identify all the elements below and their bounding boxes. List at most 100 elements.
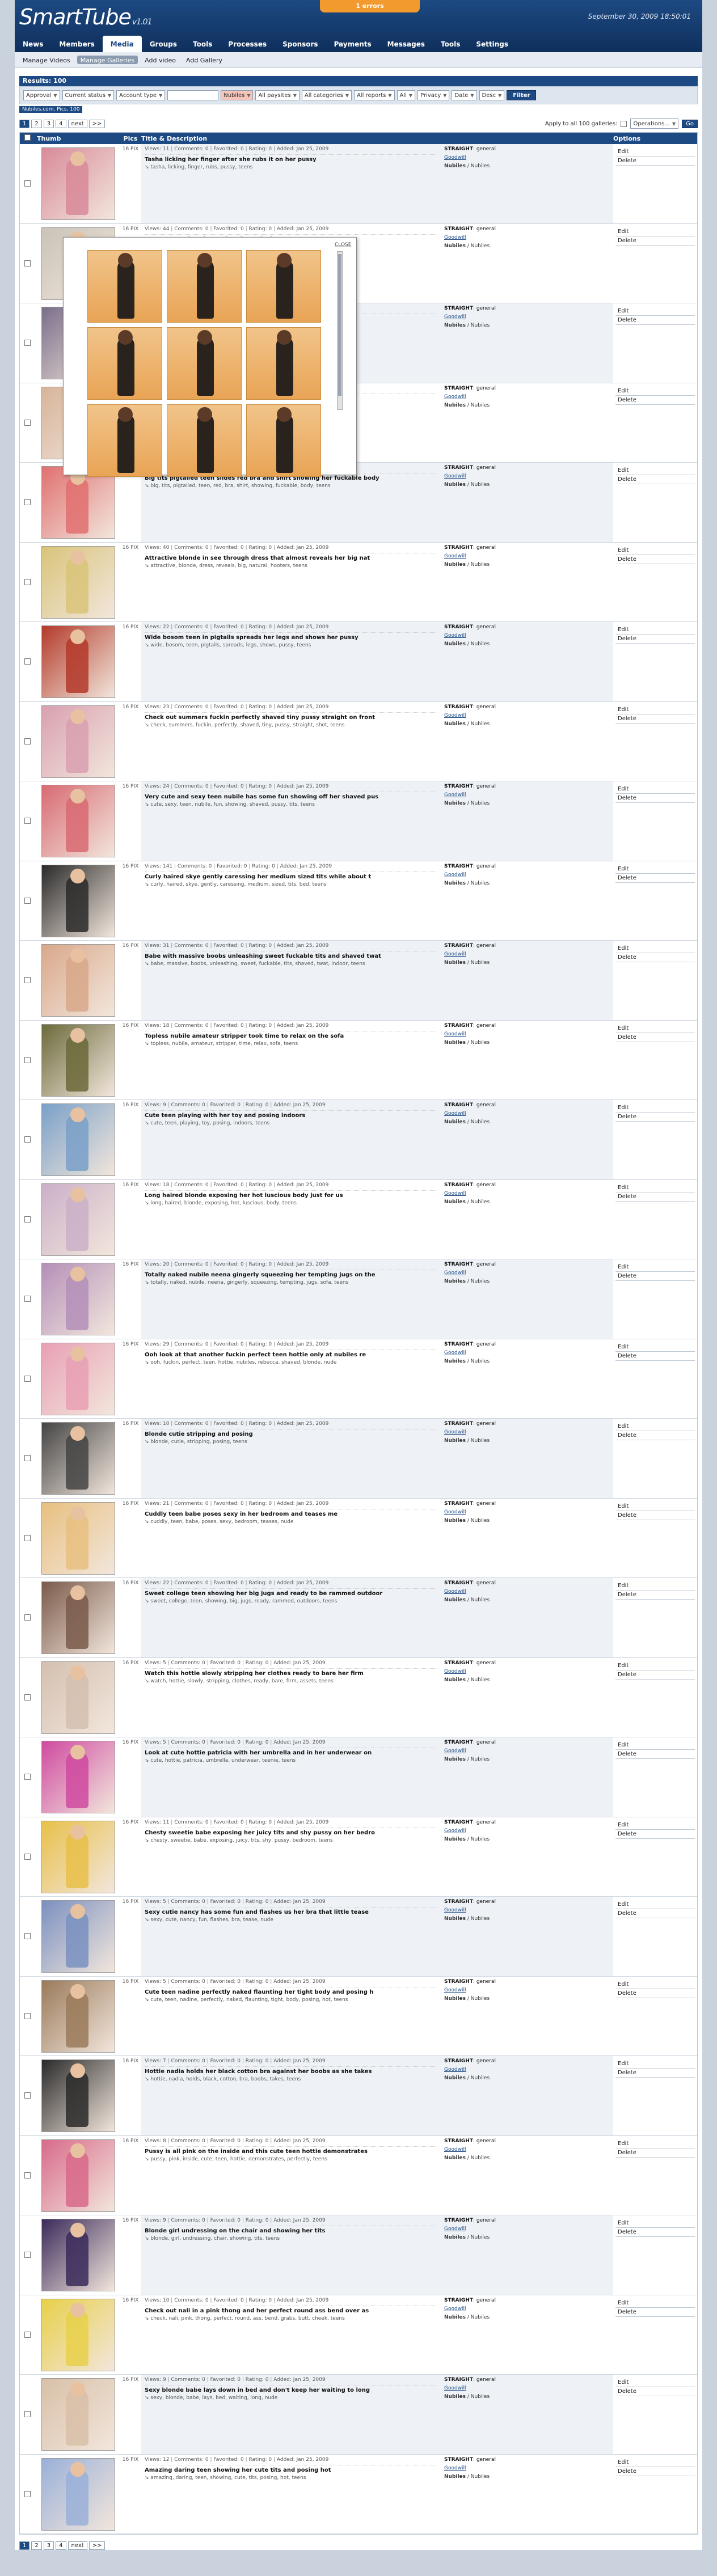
filter-select[interactable]: All ▼ bbox=[397, 90, 416, 100]
sponsor-link[interactable]: Goodwill bbox=[444, 394, 610, 400]
delete-button[interactable]: Delete bbox=[615, 714, 695, 724]
page-link[interactable]: 2 bbox=[31, 119, 42, 128]
gallery-title[interactable]: Ooh look at that another fuckin perfect … bbox=[145, 1349, 437, 1358]
row-checkbox[interactable] bbox=[24, 340, 31, 346]
edit-button[interactable]: Edit bbox=[615, 1422, 695, 1431]
operations-select[interactable]: Operations... ▼ bbox=[630, 119, 679, 129]
row-checkbox[interactable] bbox=[24, 419, 31, 426]
delete-button[interactable]: Delete bbox=[615, 953, 695, 962]
sponsor-link[interactable]: Goodwill bbox=[444, 1429, 610, 1435]
nav-item[interactable]: Messages bbox=[379, 36, 433, 52]
gallery-title[interactable]: Curly haired skye gently caressing her m… bbox=[145, 871, 437, 880]
filter-select[interactable]: All categories ▼ bbox=[301, 90, 352, 100]
gallery-thumbnail[interactable] bbox=[41, 2139, 115, 2212]
sponsor-link[interactable]: Goodwill bbox=[444, 2465, 610, 2471]
edit-button[interactable]: Edit bbox=[615, 2219, 695, 2228]
sponsor-link[interactable]: Goodwill bbox=[444, 553, 610, 559]
sponsor-link[interactable]: Goodwill bbox=[444, 1589, 610, 1594]
filter-select[interactable]: Approval ▼ bbox=[23, 90, 60, 100]
gallery-title[interactable]: Tasha licking her finger after she rubs … bbox=[145, 154, 437, 163]
row-checkbox[interactable] bbox=[24, 1455, 31, 1462]
filter-select[interactable]: Desc ▼ bbox=[479, 90, 505, 100]
gallery-thumbnail[interactable] bbox=[41, 2219, 115, 2291]
row-checkbox[interactable] bbox=[24, 2252, 31, 2258]
edit-button[interactable]: Edit bbox=[615, 1502, 695, 1511]
edit-button[interactable]: Edit bbox=[615, 705, 695, 714]
gallery-thumbnail[interactable] bbox=[41, 785, 115, 857]
gallery-title[interactable]: Hottie nadia holds her black cotton bra … bbox=[145, 2066, 437, 2075]
sponsor-link[interactable]: Goodwill bbox=[444, 2306, 610, 2312]
sponsor-link[interactable]: Goodwill bbox=[444, 1987, 610, 1993]
sponsor-link[interactable]: Goodwill bbox=[444, 1111, 610, 1116]
row-checkbox[interactable] bbox=[24, 2411, 31, 2418]
edit-button[interactable]: Edit bbox=[615, 1103, 695, 1113]
sponsor-link[interactable]: Goodwill bbox=[444, 792, 610, 798]
nav-item[interactable]: Sponsors bbox=[275, 36, 326, 52]
filter-select[interactable]: All reports ▼ bbox=[354, 90, 395, 100]
page-link[interactable]: >> bbox=[88, 2541, 106, 2550]
edit-button[interactable]: Edit bbox=[615, 1821, 695, 1830]
popup-thumbnail[interactable] bbox=[167, 250, 242, 323]
gallery-thumbnail[interactable] bbox=[41, 1501, 115, 1575]
delete-button[interactable]: Delete bbox=[615, 2308, 695, 2317]
sponsor-link[interactable]: Goodwill bbox=[444, 1270, 610, 1276]
row-checkbox[interactable] bbox=[24, 2331, 31, 2338]
nav-item[interactable]: Tools bbox=[433, 36, 468, 52]
select-all-checkbox[interactable] bbox=[20, 134, 37, 142]
delete-button[interactable]: Delete bbox=[615, 874, 695, 883]
edit-button[interactable]: Edit bbox=[615, 466, 695, 475]
row-checkbox[interactable] bbox=[24, 1694, 31, 1701]
delete-button[interactable]: Delete bbox=[615, 1591, 695, 1600]
edit-button[interactable]: Edit bbox=[615, 865, 695, 874]
gallery-thumbnail[interactable] bbox=[41, 1661, 115, 1734]
gallery-title[interactable]: Totally naked nubile neena gingerly sque… bbox=[145, 1270, 437, 1278]
subnav-item[interactable]: Manage Galleries bbox=[77, 56, 138, 64]
sponsor-link[interactable]: Goodwill bbox=[444, 633, 610, 638]
gallery-thumbnail[interactable] bbox=[41, 1581, 115, 1654]
delete-button[interactable]: Delete bbox=[615, 555, 695, 564]
gallery-thumbnail[interactable] bbox=[41, 1741, 115, 1813]
sponsor-link[interactable]: Goodwill bbox=[444, 2067, 610, 2072]
delete-button[interactable]: Delete bbox=[615, 1670, 695, 1680]
gallery-thumbnail[interactable] bbox=[41, 2378, 115, 2451]
page-link[interactable]: next bbox=[68, 2541, 87, 2550]
delete-button[interactable]: Delete bbox=[615, 1830, 695, 1839]
delete-button[interactable]: Delete bbox=[615, 475, 695, 484]
gallery-thumbnail[interactable] bbox=[41, 625, 115, 698]
nav-item[interactable]: Processes bbox=[220, 36, 275, 52]
delete-button[interactable]: Delete bbox=[615, 1272, 695, 1281]
delete-button[interactable]: Delete bbox=[615, 1750, 695, 1759]
delete-button[interactable]: Delete bbox=[615, 2467, 695, 2476]
sponsor-link[interactable]: Goodwill bbox=[444, 1509, 610, 1515]
nav-item[interactable]: Groups bbox=[142, 36, 185, 52]
sponsor-link[interactable]: Goodwill bbox=[444, 314, 610, 320]
delete-button[interactable]: Delete bbox=[615, 2069, 695, 2078]
gallery-title[interactable]: Watch this hottie slowly stripping her c… bbox=[145, 1668, 437, 1677]
edit-button[interactable]: Edit bbox=[615, 944, 695, 953]
gallery-thumbnail[interactable] bbox=[41, 1183, 115, 1256]
row-checkbox[interactable] bbox=[24, 499, 31, 506]
page-link[interactable]: 1 bbox=[19, 2541, 30, 2550]
delete-button[interactable]: Delete bbox=[615, 396, 695, 405]
gallery-title[interactable]: Check out summers fuckin perfectly shave… bbox=[145, 712, 437, 721]
subnav-item[interactable]: Manage Videos bbox=[19, 56, 74, 64]
delete-button[interactable]: Delete bbox=[615, 1909, 695, 1918]
delete-button[interactable]: Delete bbox=[615, 1989, 695, 1998]
row-checkbox[interactable] bbox=[24, 977, 31, 984]
sponsor-link[interactable]: Goodwill bbox=[444, 872, 610, 878]
logo[interactable]: SmartTube v1.01 bbox=[19, 5, 152, 29]
row-checkbox[interactable] bbox=[24, 1136, 31, 1143]
row-checkbox[interactable] bbox=[24, 738, 31, 745]
page-link[interactable]: 3 bbox=[43, 119, 54, 128]
sponsor-link[interactable]: Goodwill bbox=[444, 2147, 610, 2152]
filter-select[interactable]: Account type ▼ bbox=[116, 90, 166, 100]
subnav-item[interactable]: Add video bbox=[141, 56, 179, 64]
edit-button[interactable]: Edit bbox=[615, 2458, 695, 2467]
gallery-title[interactable]: Topless nubile amateur stripper took tim… bbox=[145, 1030, 437, 1039]
row-checkbox[interactable] bbox=[24, 1216, 31, 1223]
sponsor-link[interactable]: Goodwill bbox=[444, 1669, 610, 1674]
gallery-thumbnail[interactable] bbox=[41, 1820, 115, 1893]
delete-button[interactable]: Delete bbox=[615, 794, 695, 803]
delete-button[interactable]: Delete bbox=[615, 635, 695, 644]
page-link[interactable]: 4 bbox=[56, 119, 66, 128]
